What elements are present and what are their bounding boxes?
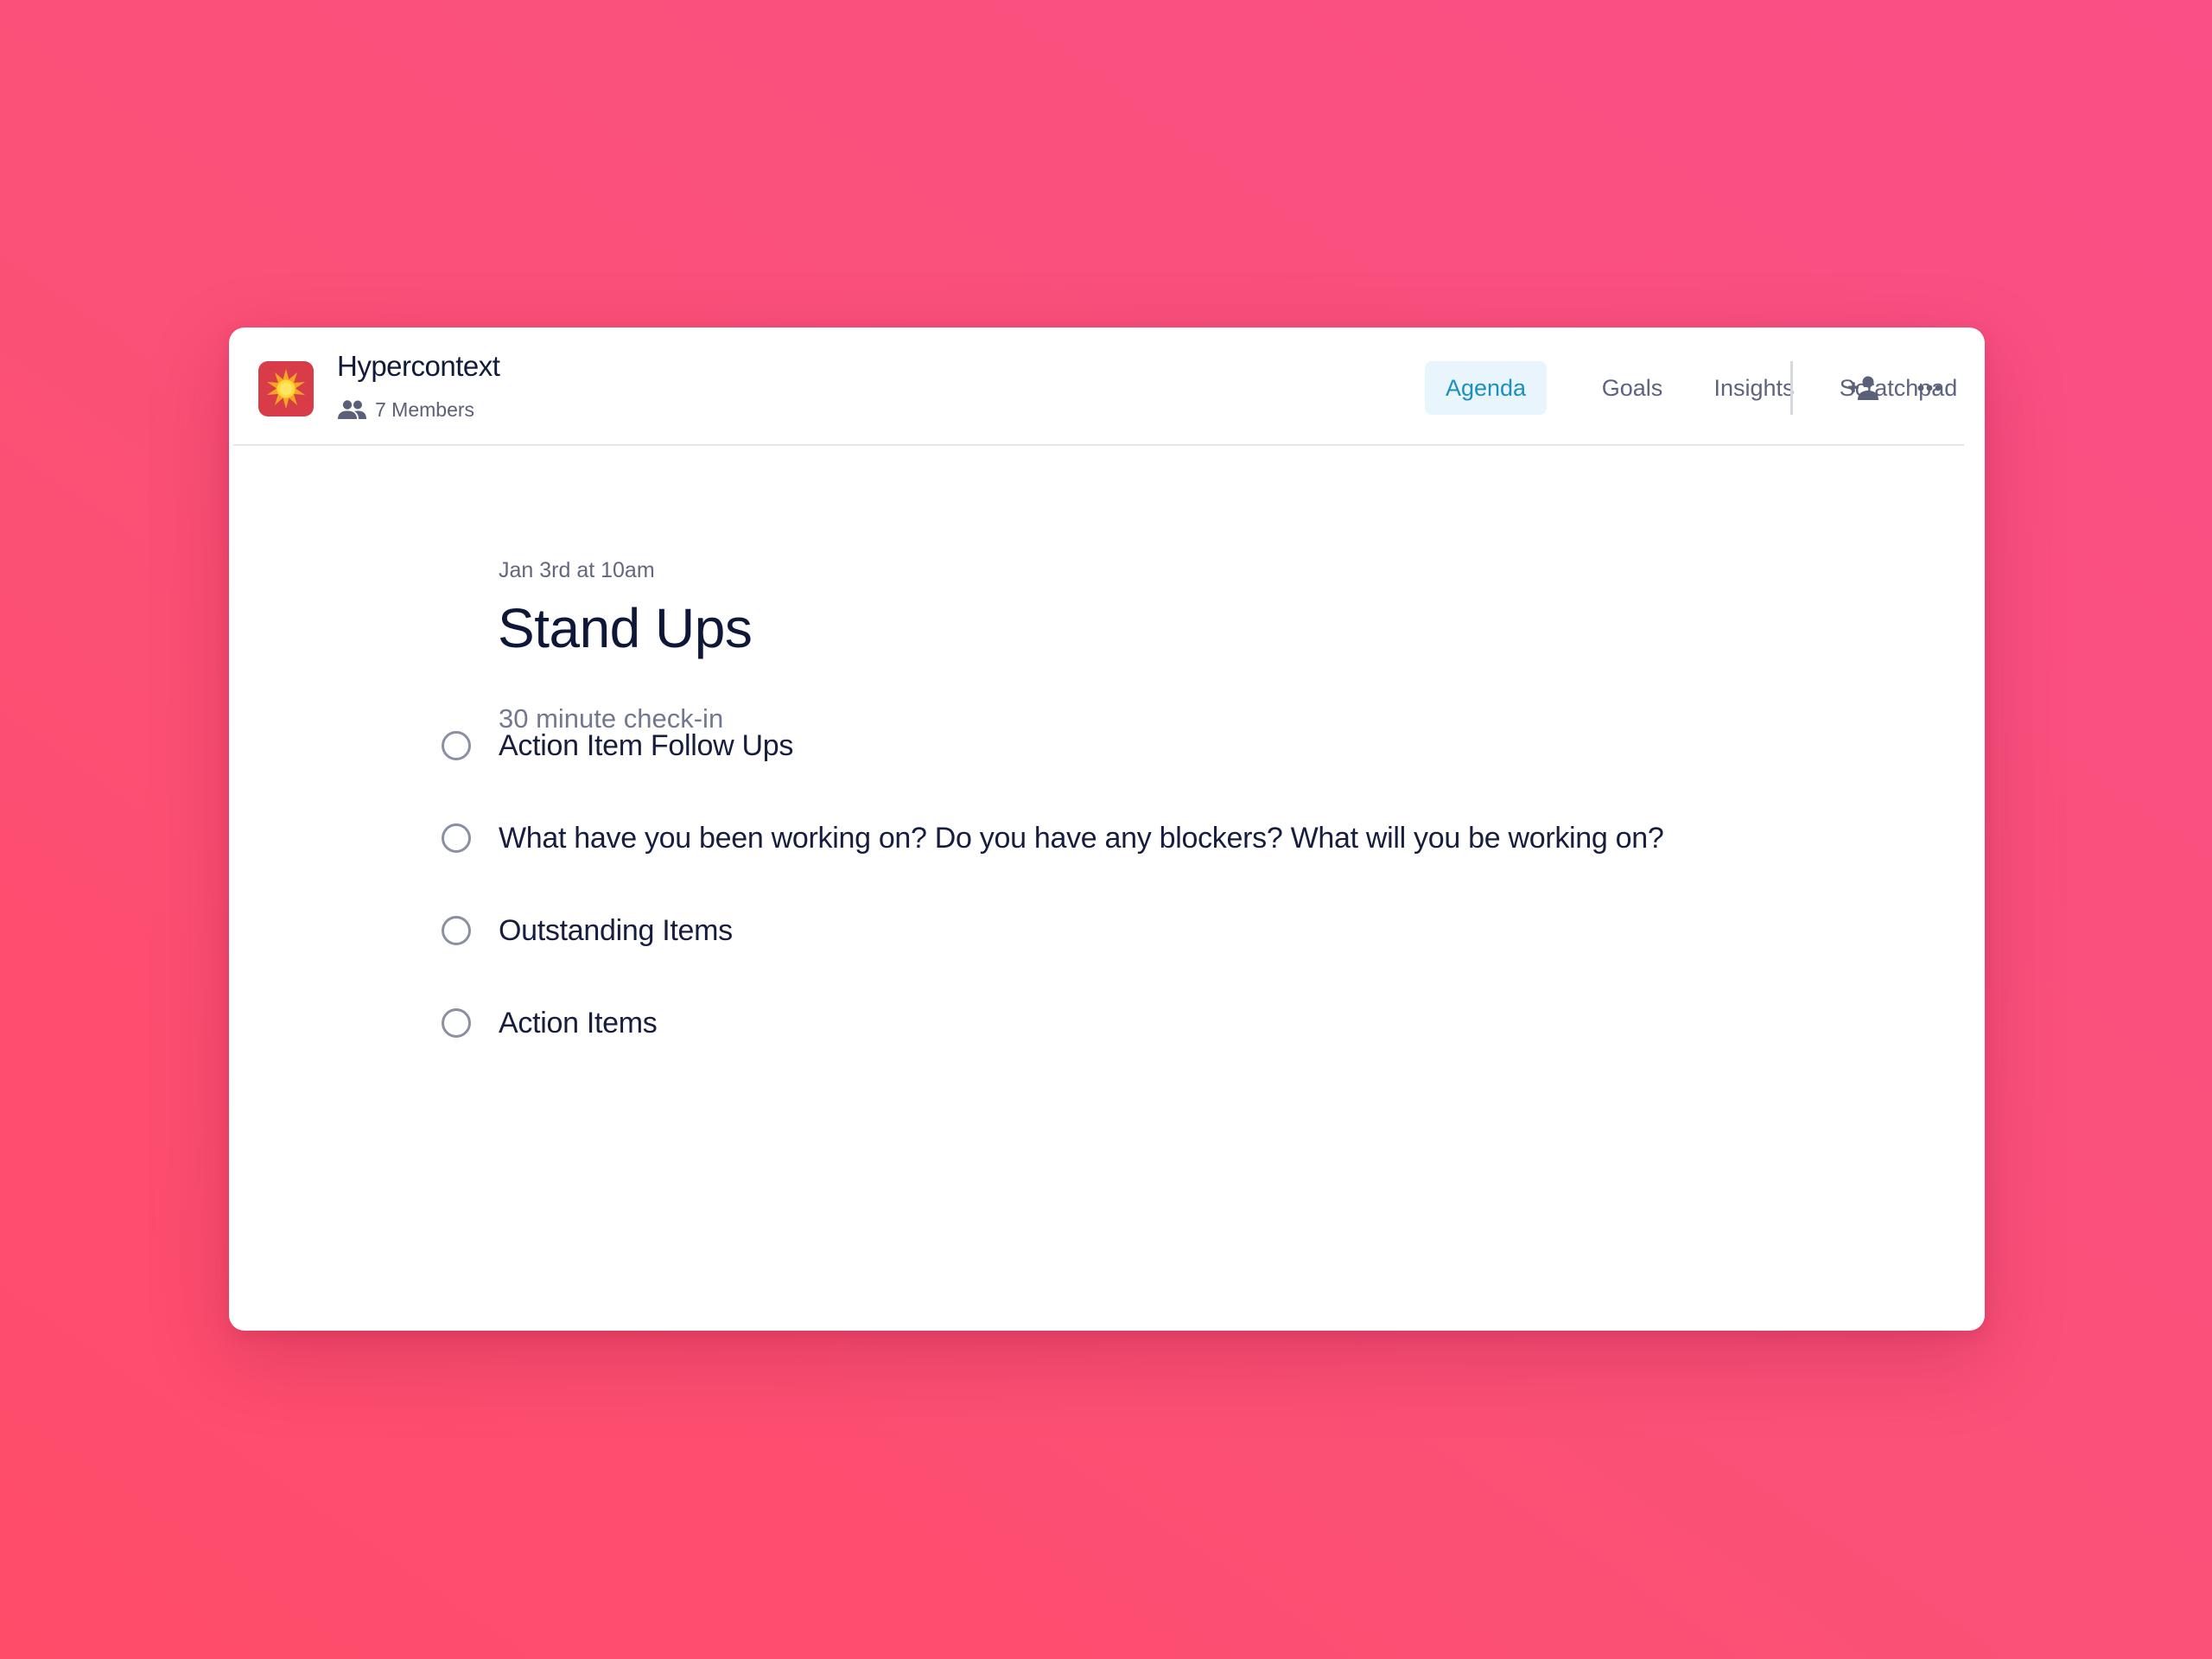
agenda-item[interactable]: What have you been working on? Do you ha… bbox=[439, 812, 1664, 864]
agenda-item-label[interactable]: Action Item Follow Ups bbox=[499, 729, 793, 763]
agenda-item-label[interactable]: Outstanding Items bbox=[499, 914, 733, 948]
agenda-item-checkbox[interactable] bbox=[442, 916, 471, 945]
add-member-button[interactable] bbox=[1844, 368, 1884, 408]
app-title: Hypercontext bbox=[337, 350, 500, 382]
meeting-title[interactable]: Stand Ups bbox=[498, 596, 753, 660]
tab-goals[interactable]: Goals bbox=[1584, 361, 1681, 415]
members-count[interactable]: 7 Members bbox=[337, 397, 474, 423]
app-logo[interactable] bbox=[258, 361, 314, 416]
sun-burst-icon bbox=[267, 369, 305, 409]
header-separator bbox=[1790, 361, 1793, 415]
agenda-item-checkbox[interactable] bbox=[442, 1008, 471, 1038]
more-options-button[interactable] bbox=[1910, 368, 1949, 408]
members-label: 7 Members bbox=[375, 397, 475, 421]
app-window: Hypercontext 7 Members Agenda Goals Insi… bbox=[229, 327, 1985, 1331]
agenda-item-label[interactable]: Action Items bbox=[499, 1007, 658, 1040]
people-icon bbox=[338, 400, 366, 419]
agenda-item[interactable]: Outstanding Items bbox=[439, 905, 733, 957]
agenda-item-checkbox[interactable] bbox=[442, 731, 471, 760]
agenda-item[interactable]: Action Items bbox=[439, 997, 658, 1049]
agenda-item-checkbox[interactable] bbox=[442, 823, 471, 853]
meeting-date: Jan 3rd at 10am bbox=[499, 558, 655, 582]
person-add-icon bbox=[1848, 376, 1878, 400]
agenda-item[interactable]: Action Item Follow Ups bbox=[439, 720, 793, 772]
agenda-item-label[interactable]: What have you been working on? Do you ha… bbox=[499, 822, 1664, 855]
header: Hypercontext 7 Members Agenda Goals Insi… bbox=[229, 327, 1985, 446]
more-horizontal-icon bbox=[1917, 385, 1942, 391]
tab-agenda[interactable]: Agenda bbox=[1425, 361, 1547, 415]
agenda-content: Jan 3rd at 10am Stand Ups 30 minute chec… bbox=[229, 446, 1985, 1331]
